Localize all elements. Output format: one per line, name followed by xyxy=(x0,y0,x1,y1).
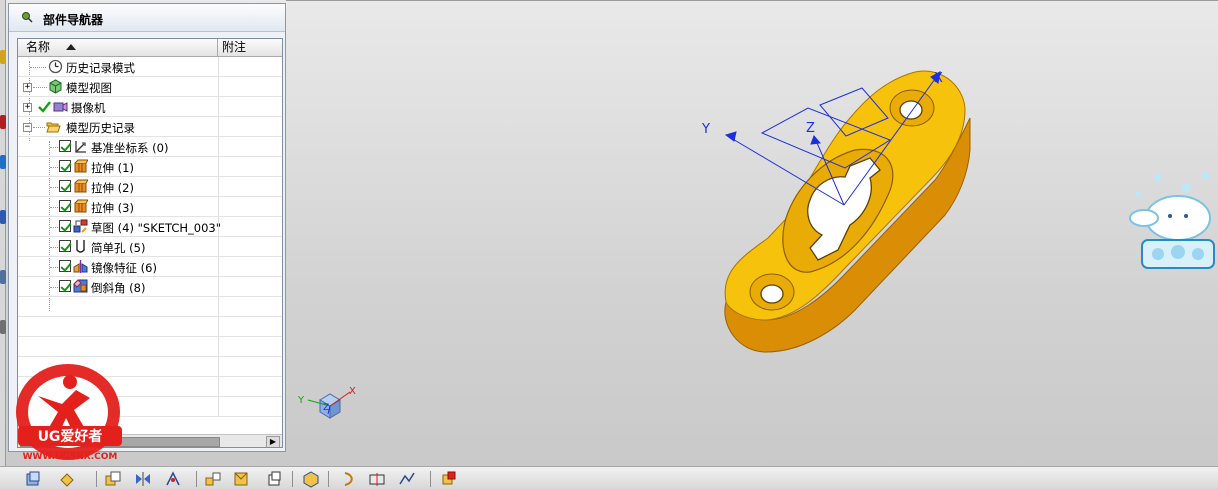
visibility-checkbox[interactable] xyxy=(59,260,71,272)
edge-tool-icon[interactable] xyxy=(0,115,6,129)
component-icon[interactable] xyxy=(232,470,250,488)
watermark-url: WWW.UGSNX.COM xyxy=(23,452,118,462)
watermark-brand: UG爱好者 xyxy=(38,428,103,445)
pin-icon[interactable] xyxy=(21,11,33,23)
scroll-right-button[interactable]: ▶ xyxy=(266,436,280,447)
empty-row xyxy=(18,317,282,337)
tree-node-chamfer[interactable]: 倒斜角 (8) xyxy=(18,277,282,297)
model-view-icon xyxy=(49,79,62,94)
shaded-view-icon[interactable] xyxy=(302,470,320,488)
visibility-checkbox[interactable] xyxy=(59,200,71,212)
tree-node-camera[interactable]: + 摄像机 xyxy=(18,97,282,117)
tree-node-label: 模型视图 xyxy=(66,81,112,95)
tree-node-label: 简单孔 (5) xyxy=(91,241,146,255)
measure-icon[interactable] xyxy=(340,470,358,488)
folder-open-icon xyxy=(46,122,61,133)
mirror-body-icon[interactable] xyxy=(134,470,152,488)
assembly-icon[interactable] xyxy=(204,470,222,488)
graphics-viewport[interactable]: Y Z X X Y Z xyxy=(290,0,1218,466)
edge-tool-icon[interactable] xyxy=(0,50,6,64)
tree-node-label: 基准坐标系 (0) xyxy=(91,141,169,155)
sort-ascending-icon xyxy=(66,44,76,50)
ug-watermark-logo: UG爱好者 WWW.UGSNX.COM xyxy=(16,364,122,462)
edge-tool-icon[interactable] xyxy=(0,270,6,284)
chamfer-icon xyxy=(73,279,88,293)
tree-node-label: 历史记录模式 xyxy=(66,61,135,75)
cinnamoroll-sticker xyxy=(1129,172,1215,269)
layer-settings-icon[interactable] xyxy=(24,470,42,488)
datum-csys-icon xyxy=(75,141,86,153)
empty-row xyxy=(18,337,282,357)
edge-tool-icon[interactable] xyxy=(0,155,6,169)
mirror-feature-icon xyxy=(73,260,88,273)
section-view-icon[interactable] xyxy=(368,470,386,488)
column-header-attachment[interactable]: 附注 xyxy=(222,39,246,56)
tree-node-extrude-1[interactable]: 拉伸 (1) xyxy=(18,157,282,177)
tree-node-label: 模型历史记录 xyxy=(66,121,135,135)
clock-icon xyxy=(48,59,63,74)
tree-node-history-mode[interactable]: 历史记录模式 xyxy=(18,57,282,77)
visibility-checkbox[interactable] xyxy=(59,280,71,292)
tree-node-label: 镜像特征 (6) xyxy=(91,261,157,275)
analysis-icon[interactable] xyxy=(398,470,416,488)
extrude-icon xyxy=(74,199,88,213)
point-constraint-icon[interactable] xyxy=(164,470,182,488)
column-header-name[interactable]: 名称 xyxy=(18,39,218,57)
expand-toggle[interactable]: + xyxy=(23,103,32,112)
part-body[interactable] xyxy=(724,70,971,353)
sheet-icon[interactable] xyxy=(266,470,284,488)
tree-node-mirror-feature[interactable]: 镜像特征 (6) xyxy=(18,257,282,277)
tree-header: 名称 附注 xyxy=(18,39,282,57)
visibility-checkbox[interactable] xyxy=(59,160,71,172)
bottom-toolbar xyxy=(0,466,1218,489)
tree-node-label: 拉伸 (1) xyxy=(91,161,134,175)
empty-row xyxy=(18,297,282,317)
tree-node-datum-csys[interactable]: 基准坐标系 (0) xyxy=(18,137,282,157)
tree-node-label: 倒斜角 (8) xyxy=(91,281,146,295)
hole-icon xyxy=(76,240,85,253)
tree-node-label: 草图 (4) "SKETCH_003" xyxy=(91,221,222,235)
triad-label-x: X xyxy=(349,386,356,397)
view-orient-icon[interactable] xyxy=(58,470,76,488)
axis-label-z: Z xyxy=(806,121,815,136)
extrude-icon xyxy=(74,159,88,173)
tree-node-label: 摄像机 xyxy=(71,101,106,115)
collapse-toggle[interactable]: − xyxy=(23,123,32,132)
tree-node-model-views[interactable]: + 模型视图 xyxy=(18,77,282,97)
edge-tool-icon[interactable] xyxy=(0,320,6,334)
visibility-checkbox[interactable] xyxy=(59,240,71,252)
tree-node-simple-hole[interactable]: 简单孔 (5) xyxy=(18,237,282,257)
left-edge-toolbar xyxy=(0,0,6,466)
triad-label-z: Z xyxy=(323,403,329,413)
panel-title-bar: 部件导航器 xyxy=(9,4,285,32)
color-edit-icon[interactable] xyxy=(440,470,458,488)
visibility-checkbox[interactable] xyxy=(59,140,71,152)
triad-label-y: Y xyxy=(297,395,305,406)
extrude-icon xyxy=(74,179,88,193)
copy-feature-icon[interactable] xyxy=(104,470,122,488)
expand-toggle[interactable]: + xyxy=(23,83,32,92)
sketch-icon xyxy=(73,219,88,233)
tree-node-sketch[interactable]: 草图 (4) "SKETCH_003" xyxy=(18,217,282,237)
visibility-checkbox[interactable] xyxy=(59,220,71,232)
tree-node-label: 拉伸 (3) xyxy=(91,201,134,215)
axis-label-x: X xyxy=(934,71,943,86)
tree-node-model-history[interactable]: − 模型历史记录 xyxy=(18,117,282,137)
check-mark-icon xyxy=(38,101,51,113)
tree-node-extrude-3[interactable]: 拉伸 (3) xyxy=(18,197,282,217)
camera-icon xyxy=(53,102,68,112)
visibility-checkbox[interactable] xyxy=(59,180,71,192)
edge-tool-icon[interactable] xyxy=(0,210,6,224)
panel-title: 部件导航器 xyxy=(43,13,104,27)
column-name-label: 名称 xyxy=(26,40,51,54)
tree-node-extrude-2[interactable]: 拉伸 (2) xyxy=(18,177,282,197)
tree-node-label: 拉伸 (2) xyxy=(91,181,134,195)
axis-label-y: Y xyxy=(701,122,710,137)
